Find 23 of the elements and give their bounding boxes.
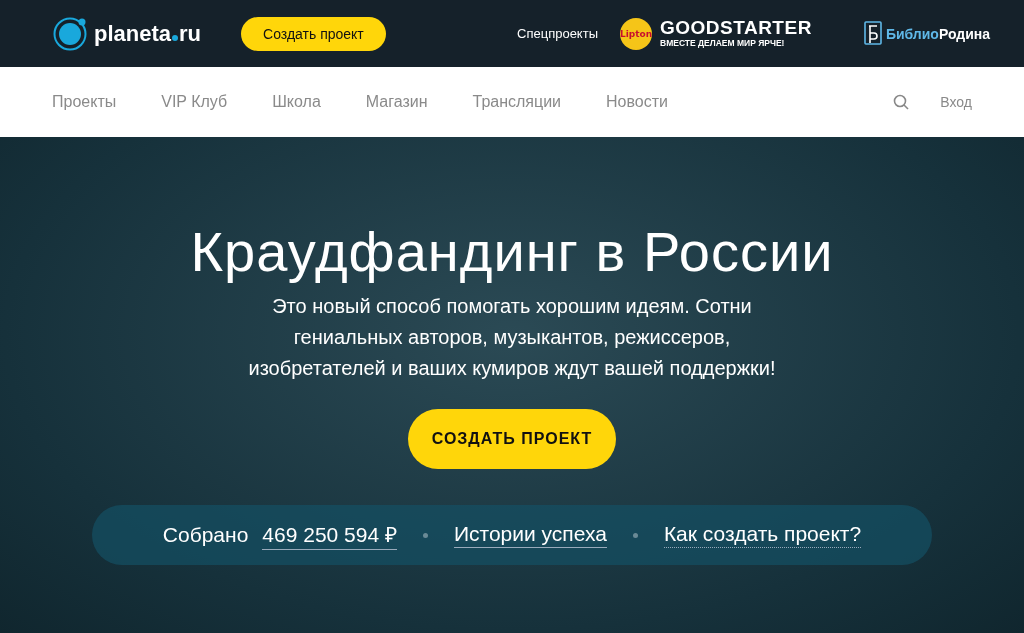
hero-title: Краудфандинг в России [190,219,834,285]
planet-logo-icon[interactable] [52,15,88,52]
lipton-badge[interactable]: Lipton [620,17,652,50]
login-link[interactable]: Вход [940,94,972,110]
info-link[interactable]: Истории успеха [453,522,607,548]
separator-dot-icon [632,532,638,538]
collected-amount-link[interactable]: 469 250 594 ₽ [262,520,397,550]
separator-dot-icon [422,532,428,538]
nav-link[interactable]: Трансляции [472,93,562,111]
search-icon[interactable] [893,94,910,110]
site-logo[interactable]: planeta ru [94,20,202,47]
special-projects-link[interactable]: Спецпроекты [517,26,598,41]
hero-subtitle: Это новый способ помогать хорошим идеям. Сотни гениальных авторов, музыкантов, режиссеров, изобретателей и ваших кумиров ждут вашей поддержки! [247,294,777,381]
bibliorodina-logo[interactable]: БиблиоРодина [885,25,990,42]
info-link[interactable]: Как создать проект? [663,522,862,548]
create-project-button[interactable]: Создать проект [241,16,386,51]
book-icon[interactable] [863,20,882,47]
goodstarter-title[interactable]: GOODSTARTER [660,18,812,38]
collected-label: Собрано [162,523,249,547]
create-project-button[interactable]: СОЗДАТЬ ПРОЕКТ [407,409,617,469]
nav-link[interactable]: Магазин [365,93,428,111]
goodstarter-slogan: ВМЕСТЕ ДЕЛАЕМ МИР ЯРЧЕ! [660,38,786,49]
nav-link[interactable]: Новости [606,93,668,111]
